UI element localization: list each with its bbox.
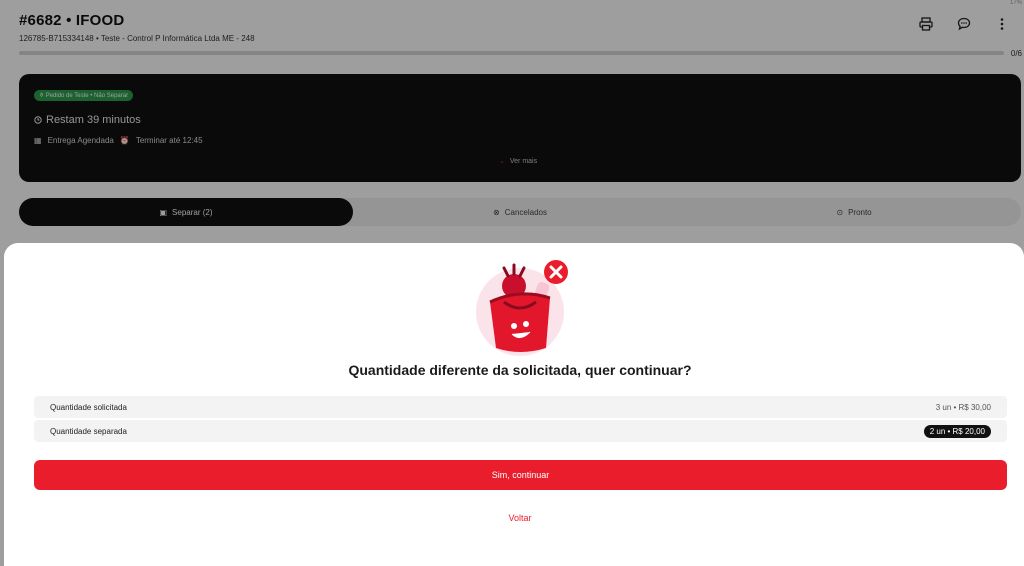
back-button[interactable]: Voltar bbox=[4, 513, 1024, 523]
modal-title: Quantidade diferente da solicitada, quer… bbox=[348, 362, 692, 378]
confirm-continue-button[interactable]: Sim, continuar bbox=[34, 460, 1007, 490]
quantity-comparison: Quantidade solicitada 3 un • R$ 30,00 Qu… bbox=[34, 396, 1007, 442]
separated-quantity-row: Quantidade separada 2 un • R$ 20,00 bbox=[34, 420, 1007, 442]
quantity-confirm-sheet: Quantidade diferente da solicitada, quer… bbox=[4, 243, 1024, 566]
basket-error-illustration bbox=[476, 260, 568, 356]
requested-quantity-row: Quantidade solicitada 3 un • R$ 30,00 bbox=[34, 396, 1007, 418]
requested-quantity-value: 3 un • R$ 30,00 bbox=[935, 402, 991, 412]
requested-quantity-label: Quantidade solicitada bbox=[50, 402, 127, 412]
separated-quantity-label: Quantidade separada bbox=[50, 426, 127, 436]
separated-quantity-value: 2 un • R$ 20,00 bbox=[923, 424, 991, 438]
